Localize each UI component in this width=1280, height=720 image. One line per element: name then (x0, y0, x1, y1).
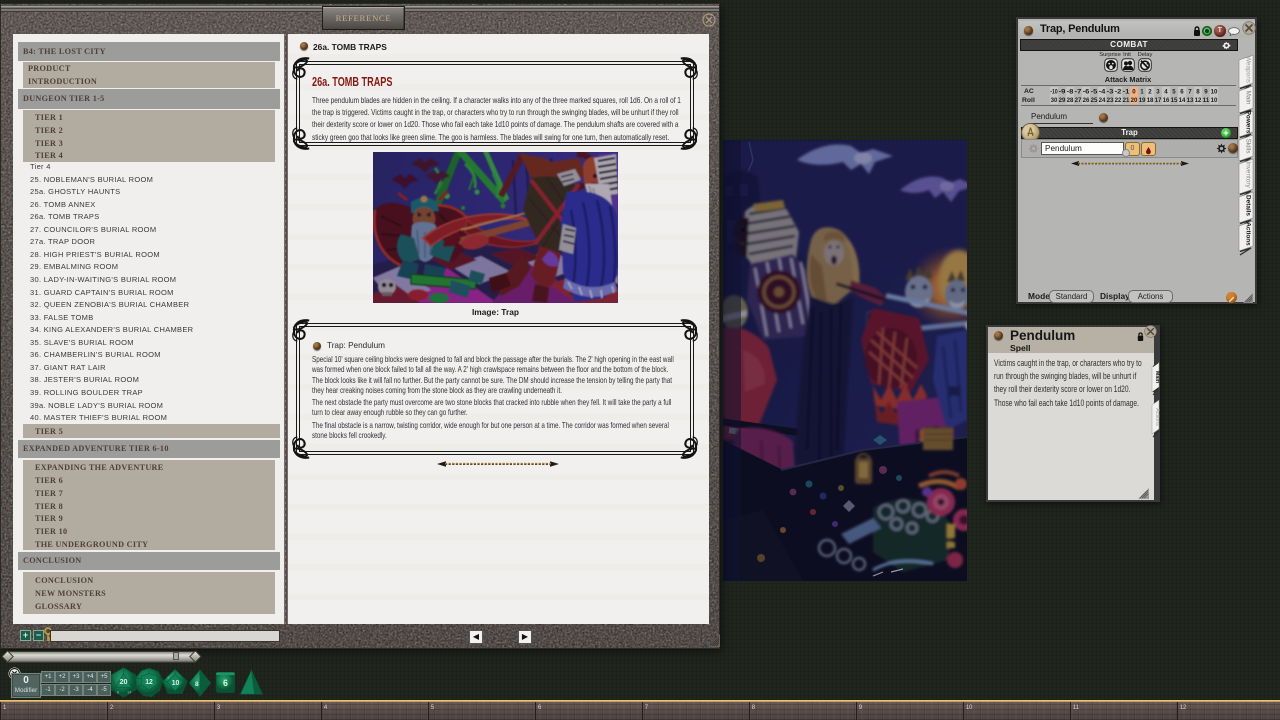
svg-text:2: 2 (167, 676, 169, 680)
svg-text:12: 12 (1195, 97, 1202, 104)
svg-text:20: 20 (1131, 97, 1138, 104)
svg-text:Powers: Powers (1244, 111, 1251, 134)
svg-text:23: 23 (1107, 97, 1114, 104)
svg-text:13: 13 (1187, 97, 1194, 104)
svg-text:12: 12 (145, 679, 153, 686)
svg-text:5: 5 (1172, 89, 1176, 96)
svg-text:Skills: Skills (1244, 139, 1251, 154)
svg-text:20: 20 (120, 677, 128, 686)
svg-text:15: 15 (1171, 97, 1178, 104)
svg-text:-3: -3 (1107, 89, 1114, 96)
svg-text:-9: -9 (1059, 89, 1066, 96)
svg-text:14: 14 (1179, 97, 1186, 104)
svg-text:21: 21 (1123, 97, 1130, 104)
svg-text:9: 9 (1204, 89, 1208, 96)
svg-text:16: 16 (1163, 97, 1170, 104)
svg-text:18: 18 (1147, 97, 1154, 104)
svg-text:-2: -2 (1115, 89, 1122, 96)
svg-text:8: 8 (1196, 89, 1200, 96)
svg-text:10: 10 (172, 680, 180, 687)
svg-text:8: 8 (195, 681, 199, 688)
svg-text:Main: Main (1154, 371, 1160, 383)
svg-text:6: 6 (223, 678, 228, 688)
svg-text:27: 27 (1075, 97, 1082, 104)
svg-text:10: 10 (1211, 89, 1218, 96)
svg-text:2: 2 (1148, 89, 1152, 96)
svg-text:7: 7 (1188, 89, 1192, 96)
svg-text:Inventory: Inventory (1244, 161, 1251, 188)
svg-text:3: 3 (1156, 89, 1160, 96)
svg-text:30: 30 (1051, 97, 1058, 104)
svg-text:-8: -8 (1067, 89, 1074, 96)
svg-text:4: 4 (1164, 89, 1168, 96)
svg-text:22: 22 (1115, 97, 1122, 104)
svg-text:25: 25 (1091, 97, 1098, 104)
svg-text:Weapons: Weapons (1244, 56, 1251, 83)
svg-text:19: 19 (1139, 97, 1146, 104)
svg-text:17: 17 (1155, 97, 1162, 104)
svg-text:6: 6 (1180, 89, 1184, 96)
svg-text:24: 24 (1099, 97, 1106, 104)
svg-text:28: 28 (1067, 97, 1074, 104)
svg-text:-4: -4 (1099, 89, 1106, 96)
svg-text:11: 11 (1203, 97, 1210, 104)
svg-text:Main: Main (1244, 91, 1251, 105)
svg-text:8: 8 (117, 691, 119, 695)
svg-text:14: 14 (127, 691, 131, 695)
svg-text:-1: -1 (1123, 89, 1130, 96)
svg-text:0: 0 (1132, 89, 1136, 96)
svg-text:1: 1 (1140, 89, 1144, 96)
svg-text:26: 26 (1083, 97, 1090, 104)
svg-text:-6: -6 (1083, 89, 1090, 96)
svg-text:10: 10 (1211, 97, 1218, 104)
svg-text:-10: -10 (1050, 89, 1058, 96)
svg-text:29: 29 (1059, 97, 1066, 104)
svg-text:-5: -5 (1091, 89, 1098, 96)
svg-text:-7: -7 (1075, 89, 1082, 96)
svg-text:Details: Details (1244, 195, 1251, 216)
svg-text:Actions: Actions (1154, 408, 1160, 426)
svg-text:Actions: Actions (1244, 222, 1251, 246)
